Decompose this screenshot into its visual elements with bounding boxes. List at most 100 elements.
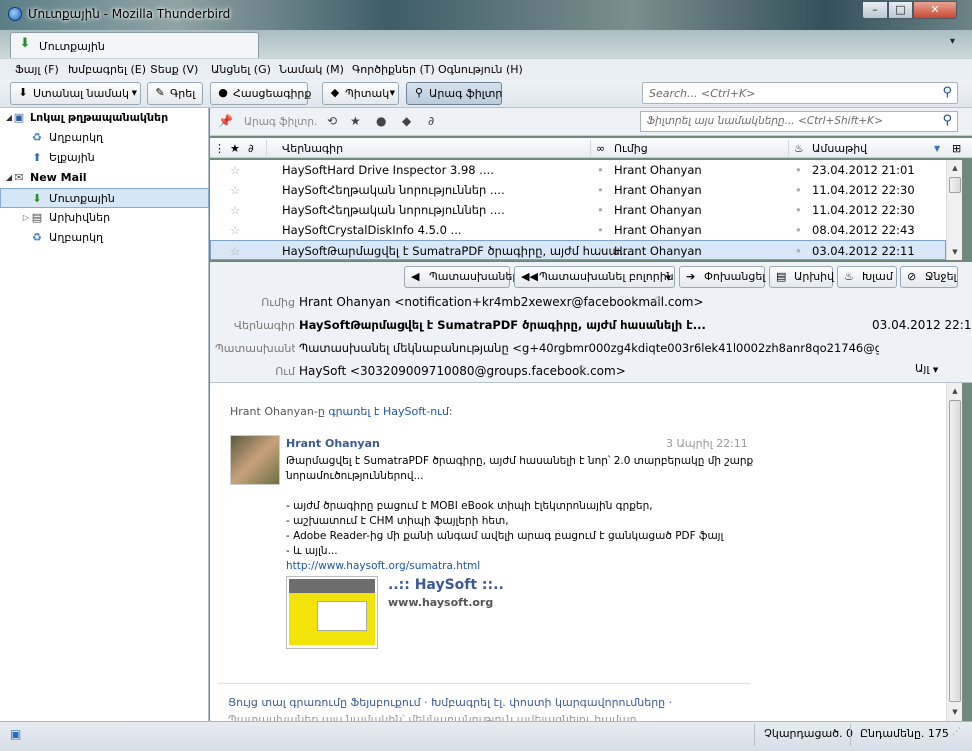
magnifier-icon: ⚲ [414, 86, 424, 99]
link-thumbnail[interactable] [286, 576, 378, 649]
menu-file[interactable]: Ֆայլ (F) [15, 63, 59, 76]
scroll-down-arrow-icon[interactable]: ▼ [947, 704, 963, 720]
search-icon[interactable]: ⚲ [942, 85, 952, 100]
folder-local-folders[interactable]: ◢ ▣ Լոկալ թղթապանակներ [0, 108, 209, 128]
other-actions-button[interactable]: Այլ ▼ [915, 362, 938, 375]
avatar[interactable] [230, 435, 280, 485]
dropdown-arrow-icon[interactable]: ▼ [132, 83, 137, 104]
scroll-thumb[interactable] [949, 177, 961, 193]
read-dot-icon[interactable]: • [597, 241, 604, 261]
reply-all-button[interactable]: ◀◀ Պատասխանել բոլորին ▼ [514, 266, 675, 288]
thunderbird-app-icon[interactable] [8, 7, 22, 21]
from-value[interactable]: Hrant Ohanyan <notification+kr4mb2xewexr… [299, 295, 704, 309]
pin-icon[interactable]: 📌 [218, 114, 233, 128]
maximize-button[interactable]: □ [888, 1, 913, 19]
column-subject[interactable]: Վերնագիր [282, 142, 343, 155]
global-search-input[interactable]: Search... <Ctrl+K> ⚲ [642, 82, 958, 104]
attachment-column-icon[interactable]: ∂ [248, 142, 254, 155]
intro-link[interactable]: գրառել է HaySoft-ում [328, 405, 449, 418]
search-icon[interactable]: ⚲ [942, 113, 952, 128]
table-row[interactable]: ☆ HaySoftՀեղթական նորություններ .... • H… [210, 200, 946, 220]
tag-filter-icon[interactable]: ◆ [402, 114, 411, 128]
table-row[interactable]: ☆ HaySoftCrystalDiskInfo 4.5.0 ... • Hra… [210, 220, 946, 240]
star-icon[interactable]: ☆ [230, 160, 240, 180]
tab-inbox[interactable]: ⬇ Մուտքային [10, 32, 259, 59]
star-icon[interactable]: ☆ [230, 220, 240, 240]
minimize-button[interactable]: – [862, 1, 888, 19]
star-icon[interactable]: ☆ [230, 241, 240, 261]
post-author[interactable]: Hrant Ohanyan [286, 437, 380, 450]
attachment-filter-icon[interactable]: ∂ [428, 114, 434, 128]
menu-view[interactable]: Տեսք (V) [150, 63, 198, 76]
sort-descending-icon[interactable]: ▼ [934, 144, 940, 153]
table-row[interactable]: ☆ HaySoftՀեղթական նորություններ .... • H… [210, 180, 946, 200]
reply-to-value[interactable]: Պատասխանել մեկնաբանությանը <g+40rgbmr000… [299, 341, 879, 355]
read-dot-icon[interactable]: • [597, 200, 604, 220]
dropdown-arrow-icon[interactable]: ▼ [666, 268, 671, 288]
star-icon[interactable]: ☆ [230, 180, 240, 200]
add-contact-star-icon[interactable]: ☆ [652, 293, 663, 307]
star-column-icon[interactable]: ★ [230, 142, 240, 155]
folder-archives[interactable]: ▷ ▤ Արխիվներ [0, 208, 209, 228]
contact-filter-icon[interactable]: ● [376, 114, 386, 128]
quick-filter-search-input[interactable]: Ֆիլտրել այս նամակները... <Ctrl+Shift+K> … [640, 111, 958, 132]
post-link[interactable]: http://www.haysoft.org/sumatra.html [286, 560, 480, 572]
tab-list-chevron-icon[interactable]: ▾ [950, 36, 955, 47]
forward-button[interactable]: ➔ Փոխանցել [679, 266, 765, 288]
column-separator[interactable] [590, 140, 591, 156]
message-body-scrollbar[interactable]: ▲ ▼ [946, 383, 962, 721]
dropdown-arrow-icon[interactable]: ▼ [390, 83, 395, 104]
add-contact-star-icon[interactable]: ☆ [577, 362, 588, 376]
star-filter-icon[interactable]: ★ [350, 114, 361, 128]
junk-dot-icon[interactable]: • [795, 180, 802, 200]
junk-dot-icon[interactable]: • [795, 241, 802, 261]
folder-inbox[interactable]: ⬇ Մուտքային [0, 188, 209, 208]
folder-trash[interactable]: ♻ Աղբարկղ [0, 228, 209, 248]
scroll-thumb[interactable] [949, 400, 961, 702]
quick-filter-button[interactable]: ⚲ Արագ ֆիլտր [406, 82, 502, 105]
folder-outbox[interactable]: ⬆ Ելքային [0, 148, 209, 168]
unread-filter-icon[interactable]: ⟲ [327, 114, 337, 128]
thread-column-icon[interactable]: ⋮ [214, 142, 225, 155]
junk-dot-icon[interactable]: • [795, 220, 802, 240]
menu-tools[interactable]: Գործիքներ (T) [352, 63, 435, 76]
junk-column-icon[interactable]: ♨ [794, 142, 804, 155]
column-separator[interactable] [266, 140, 267, 156]
online-status-icon[interactable]: ▣ [10, 727, 21, 741]
column-date[interactable]: Ամսաթիվ [812, 142, 867, 155]
thread-list-scrollbar[interactable]: ▲ ▼ [946, 160, 962, 260]
menu-help[interactable]: Օգնություն (H) [438, 63, 523, 76]
close-button[interactable]: ✕ [913, 1, 957, 19]
resize-grip-icon[interactable]: ⋰ [952, 727, 961, 737]
delete-button[interactable]: ⊘ Ջնջել [900, 266, 958, 288]
folder-trash-local[interactable]: ♻ Աղբարկղ [0, 128, 209, 148]
column-picker-icon[interactable]: ⊞ [952, 142, 961, 155]
table-row[interactable]: ☆ HaySoftHard Drive Inspector 3.98 .... … [210, 160, 946, 180]
menu-message[interactable]: Նամակ (M) [279, 63, 344, 76]
column-correspondent[interactable]: Ումից [614, 142, 648, 155]
junk-dot-icon[interactable]: • [795, 160, 802, 180]
reply-button[interactable]: ◀ Պատասխանել [404, 266, 515, 288]
get-mail-button[interactable]: ⬇ Ստանալ նամակ ▼ [10, 82, 141, 105]
column-separator[interactable] [788, 140, 789, 156]
footer-links[interactable]: Ցույց տալ գրառումը Ֆեյսբուքում · Խմբագրե… [228, 696, 672, 709]
folder-new-mail-account[interactable]: ◢ ✉ New Mail [0, 168, 209, 188]
menu-edit[interactable]: Խմբագրել (E) [68, 63, 146, 76]
tag-button[interactable]: ◆ Պիտակ ▼ [322, 82, 399, 105]
archive-button[interactable]: ▤ Արխիվ [769, 266, 834, 288]
read-dot-icon[interactable]: • [597, 180, 604, 200]
write-button[interactable]: ✎ Գրել [147, 82, 203, 105]
address-book-button[interactable]: ● Հասցեագիրք [210, 82, 311, 105]
site-title[interactable]: ..:: HaySoft ::.. [388, 577, 504, 593]
table-row-selected[interactable]: ☆ HaySoftԹարմացվել է SumatraPDF ծրագիրը,… [210, 240, 946, 260]
star-icon[interactable]: ☆ [230, 200, 240, 220]
read-dot-icon[interactable]: • [597, 160, 604, 180]
junk-dot-icon[interactable]: • [795, 200, 802, 220]
read-column-icon[interactable]: ∞ [596, 142, 605, 155]
scroll-up-arrow-icon[interactable]: ▲ [947, 160, 963, 176]
scroll-down-arrow-icon[interactable]: ▼ [947, 244, 963, 260]
menu-go[interactable]: Անցնել (G) [211, 63, 271, 76]
junk-button[interactable]: ♨ Խլամ [837, 266, 897, 288]
read-dot-icon[interactable]: • [597, 220, 604, 240]
scroll-up-arrow-icon[interactable]: ▲ [947, 383, 963, 399]
